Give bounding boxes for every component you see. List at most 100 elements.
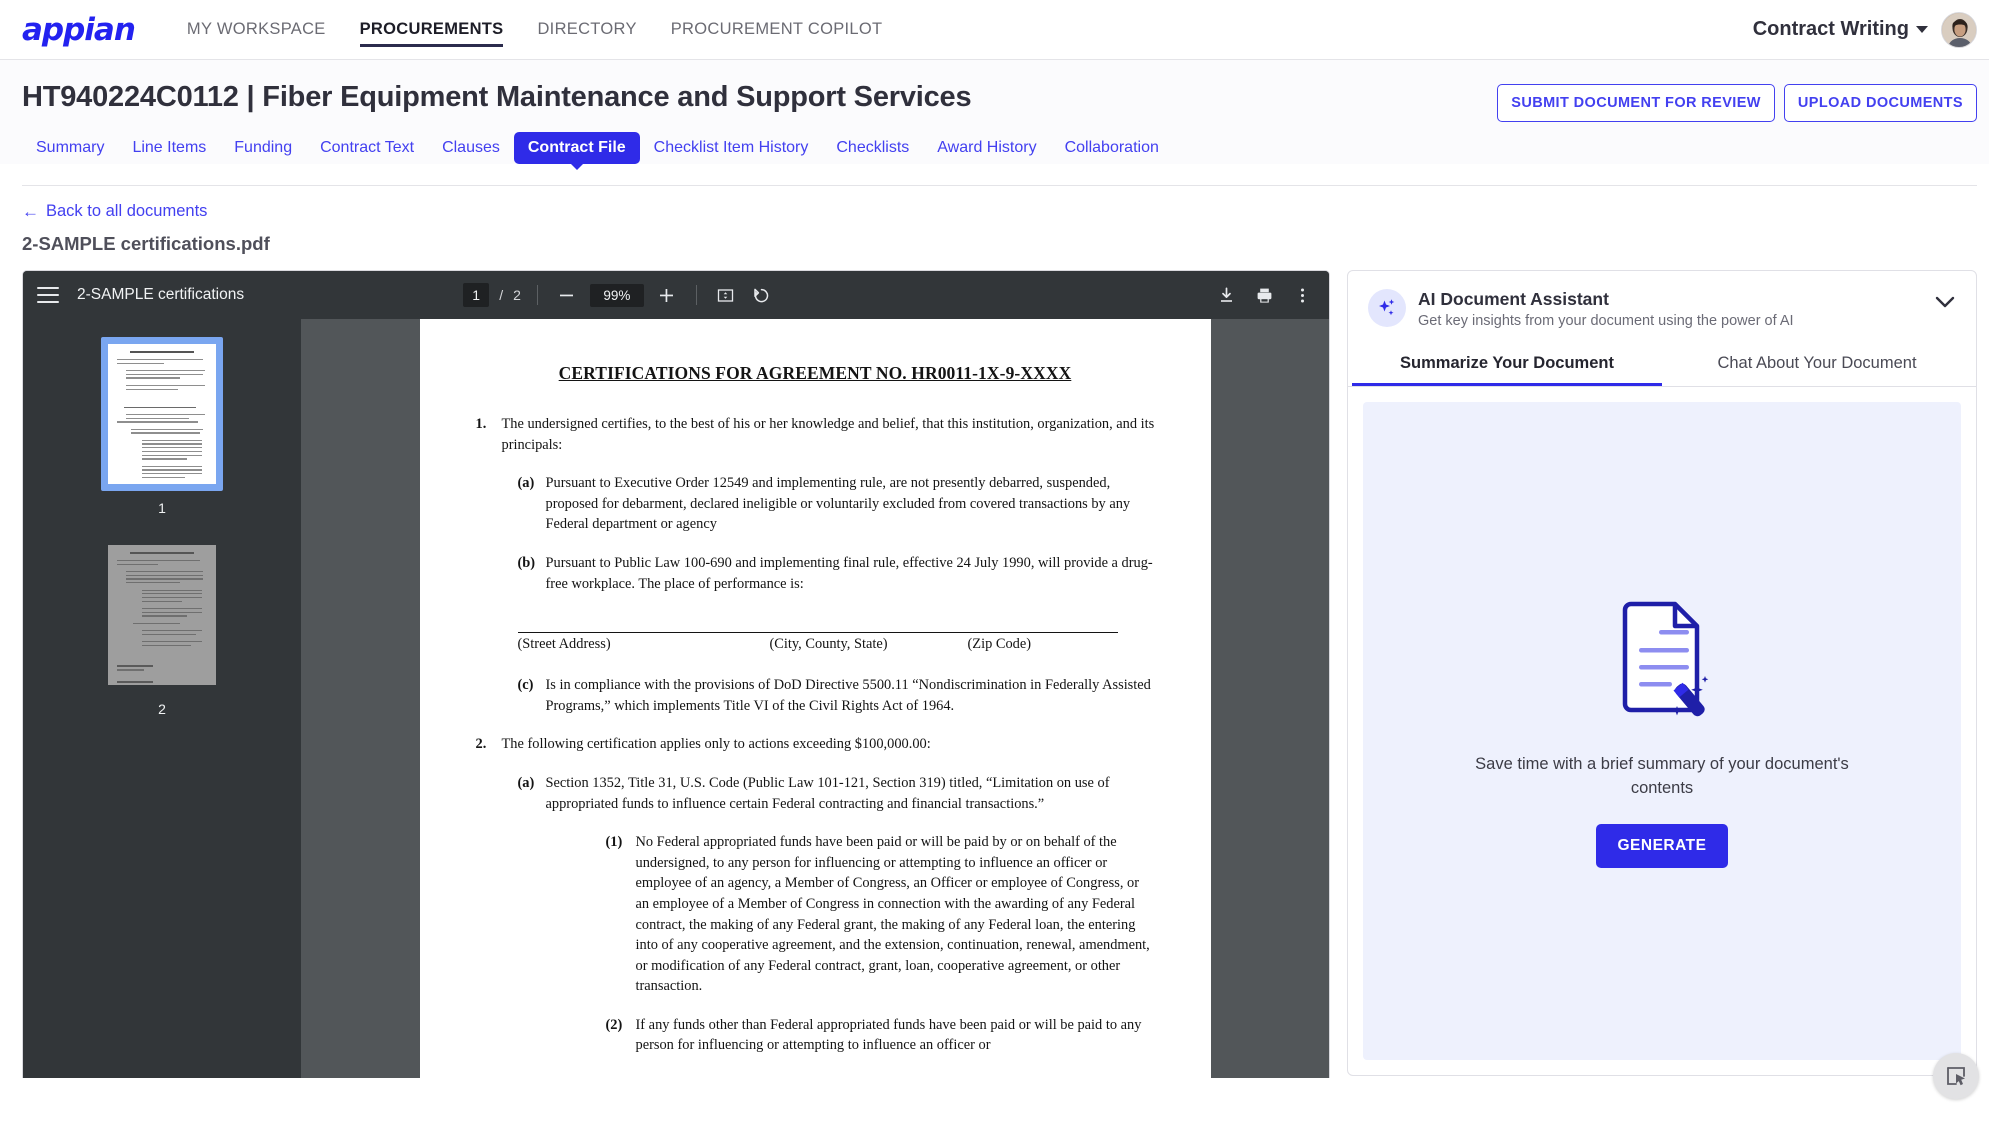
arrow-left-icon: ← [22,202,39,221]
upload-documents-button[interactable]: UPLOAD DOCUMENTS [1783,84,1977,122]
pdf-page-separator: / [499,287,504,303]
submit-document-for-review-button[interactable]: SUBMIT DOCUMENT FOR REVIEW [1497,84,1775,122]
clause-text: No Federal appropriated funds have been … [635,834,1150,995]
pdf-document-title: 2-SAMPLE certifications [77,286,245,303]
generate-summary-button[interactable]: GENERATE [1595,823,1729,868]
download-icon[interactable] [1213,282,1239,308]
address-field-labels: (Street Address) (City, County, State) (… [518,636,1118,653]
nav-item-directory[interactable]: DIRECTORY [537,0,636,59]
pdf-clause-1: 1. The undersigned certifies, to the bes… [476,414,1155,455]
pdf-thumbnail-page-1[interactable] [101,337,223,491]
document-magic-wand-icon [1603,594,1721,727]
thumbnail-preview [108,344,216,484]
pdf-heading: CERTIFICATIONS FOR AGREEMENT NO. HR0011-… [558,363,1072,383]
ai-panel-body: Save time with a brief summary of your d… [1348,387,1976,1075]
clause-marker: 2. [475,736,487,753]
pdf-clause-2a1: (1) No Federal appropriated funds have b… [606,832,1155,997]
pdf-toolbar: 2-SAMPLE certifications 1 / 2 99% [23,271,1329,319]
sparkle-ai-icon [1368,289,1406,327]
clause-text: If any funds other than Federal appropri… [635,1016,1142,1054]
minus-icon[interactable] [554,282,580,308]
clause-marker: (a) [517,774,535,791]
street-address-label: (Street Address) [517,636,611,653]
tab-award-history[interactable]: Award History [923,132,1050,164]
toolbar-divider-2 [695,285,697,305]
pdf-body: 1 2 CERTIFICATIONS FOR AGREEMENT NO. HR0… [23,319,1329,1078]
pdf-total-pages: 2 [513,287,521,303]
document-file-name: 2-SAMPLE certifications.pdf [22,233,270,254]
appian-logo[interactable]: appian [22,12,136,48]
thumbnail-lines [108,344,216,484]
tab-contract-text[interactable]: Contract Text [306,132,428,164]
clause-marker: (c) [517,677,534,694]
ai-summary-empty-state: Save time with a brief summary of your d… [1363,402,1961,1060]
nav-item-my-workspace[interactable]: MY WORKSPACE [187,0,326,59]
clause-marker: (2) [605,1016,623,1033]
pdf-thumbnail-rail[interactable]: 1 2 [23,319,301,1078]
pdf-toolbar-actions [1213,282,1315,308]
back-to-all-documents-link[interactable]: ← Back to all documents [22,202,207,221]
plus-icon[interactable] [654,282,680,308]
tab-contract-file[interactable]: Contract File [513,132,640,170]
more-vertical-icon[interactable] [1289,282,1315,308]
tab-clauses[interactable]: Clauses [428,132,514,164]
clause-marker: (1) [605,834,623,851]
pdf-clause-1a: (a) Pursuant to Executive Order 12549 an… [518,473,1155,535]
tab-checklists[interactable]: Checklists [822,132,923,164]
pdf-clause-2a: (a) Section 1352, Title 31, U.S. Code (P… [518,773,1155,814]
avatar[interactable] [1941,11,1977,48]
clause-text: Pursuant to Executive Order 12549 and im… [545,475,1131,533]
top-navigation-bar: appian MY WORKSPACE PROCUREMENTS DIRECTO… [0,0,1999,60]
pdf-current-page-input[interactable]: 1 [463,283,490,307]
tab-checklist-item-history[interactable]: Checklist Item History [640,132,823,164]
zip-code-label: (Zip Code) [967,636,1032,653]
user-menu[interactable]: Contract Writing [1753,11,1977,48]
user-name-label[interactable]: Contract Writing [1753,18,1909,41]
document-header: ← Back to all documents 2-SAMPLE certifi… [0,186,1999,255]
tab-line-items[interactable]: Line Items [118,132,220,164]
page-header-actions: SUBMIT DOCUMENT FOR REVIEW UPLOAD DOCUME… [1497,80,1977,122]
city-county-state-label: (City, County, State) [769,636,888,653]
chevron-down-icon[interactable] [1916,26,1928,33]
chevron-down-icon[interactable] [1934,289,1956,314]
pdf-thumbnail-number-1: 1 [158,500,166,516]
clause-text: Pursuant to Public Law 100-690 and imple… [545,554,1153,592]
nav-item-procurement-copilot[interactable]: PROCUREMENT COPILOT [671,0,883,59]
clause-text: The undersigned certifies, to the best o… [501,416,1155,453]
pdf-clause-2a2: (2) If any funds other than Federal appr… [606,1015,1155,1056]
print-icon[interactable] [1251,282,1277,308]
tab-chat-about-your-document[interactable]: Chat About Your Document [1662,341,1972,386]
tab-summary[interactable]: Summary [22,132,118,164]
select-region-cursor-icon[interactable] [1933,1053,1979,1099]
fit-to-page-icon[interactable] [713,282,739,308]
tab-summarize-your-document[interactable]: Summarize Your Document [1352,341,1662,386]
tab-funding[interactable]: Funding [220,132,306,164]
ai-panel-tabs: Summarize Your Document Chat About Your … [1348,341,1976,387]
clause-marker: (b) [517,554,536,571]
record-tabs: Summary Line Items Funding Contract Text… [0,122,1999,170]
pdf-clause-1c: (c) Is in compliance with the provisions… [518,675,1155,716]
tab-collaboration[interactable]: Collaboration [1051,132,1173,164]
pdf-clause-2: 2. The following certification applies o… [476,734,1155,755]
ai-panel-header: AI Document Assistant Get key insights f… [1348,271,1976,341]
ai-document-assistant-panel: AI Document Assistant Get key insights f… [1347,270,1977,1076]
page-scrollbar[interactable] [1989,0,1999,1121]
thumbnail-lines [108,545,216,685]
toolbar-divider [536,285,538,305]
pdf-clause-1b: (b) Pursuant to Public Law 100-690 and i… [518,553,1155,594]
ai-empty-state-message: Save time with a brief summary of your d… [1475,755,1849,797]
pdf-thumbnail-page-2[interactable] [101,538,223,692]
page-title: HT940224C0112 | Fiber Equipment Maintena… [22,81,972,113]
pdf-thumbnail-number-2: 2 [158,701,166,717]
clause-text: Is in compliance with the provisions of … [545,677,1151,714]
nav-item-procurements[interactable]: PROCUREMENTS [359,0,504,59]
ai-panel-title: AI Document Assistant [1418,289,1609,309]
main-content: 2-SAMPLE certifications 1 / 2 99% 1 2 CE… [0,255,1999,1078]
clause-text: The following certification applies only… [501,736,931,753]
pdf-page-scroll-area[interactable]: CERTIFICATIONS FOR AGREEMENT NO. HR0011-… [301,319,1329,1078]
hamburger-menu-icon[interactable] [37,287,59,303]
pdf-rendered-page: CERTIFICATIONS FOR AGREEMENT NO. HR0011-… [419,319,1211,1078]
pdf-zoom-level-input[interactable]: 99% [589,283,644,307]
rotate-counterclockwise-icon[interactable] [749,282,775,308]
ai-panel-titles: AI Document Assistant Get key insights f… [1418,289,1794,329]
